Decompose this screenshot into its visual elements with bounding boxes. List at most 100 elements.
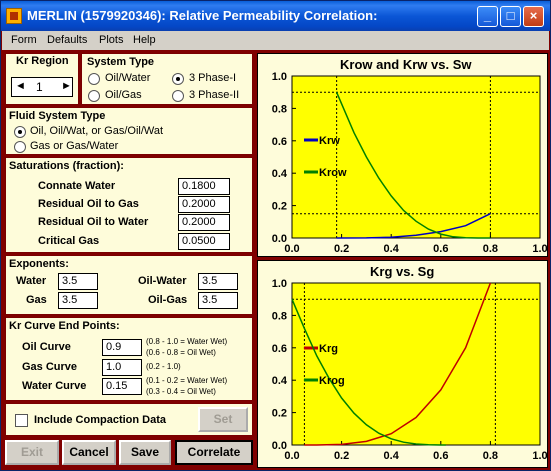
window-title: MERLIN (1579920346): Relative Permeabili… (27, 8, 378, 23)
radio-3phase-1[interactable] (172, 73, 184, 85)
radio-3phase-1-label: 3 Phase-I (189, 72, 237, 84)
radio-oil-water-label: Oil/Water (105, 72, 151, 84)
y-tick-label: 0.4 (272, 375, 288, 387)
exp-gas-input[interactable]: 3.5 (58, 292, 98, 309)
set-button[interactable]: Set (198, 407, 248, 432)
saturations-label: Saturations (fraction): (9, 160, 124, 172)
x-tick-label: 0.0 (284, 450, 299, 462)
chart-2-svg: 0.00.20.40.60.81.00.0 0.2 0.4 0.6 0.8 1.0KrgK… (272, 278, 547, 462)
fluid-system-label: Fluid System Type (9, 110, 106, 122)
exp-oilwater-input[interactable]: 3.5 (198, 273, 238, 290)
y-tick-label: 0.2 (272, 408, 287, 420)
x-tick-label: 0.8 (483, 450, 498, 462)
exponents-panel: Exponents: Water 3.5 Oil-Water 3.5 Gas 3… (5, 255, 253, 315)
menu-form[interactable]: Form (11, 34, 37, 46)
x-tick-label: 0.8 (483, 243, 498, 255)
critical-gas-input[interactable]: 0.0500 (178, 233, 230, 250)
x-tick-label: 1.0 (532, 450, 547, 462)
cancel-button[interactable]: Cancel (62, 440, 116, 465)
exp-oilwater-label: Oil-Water (138, 275, 187, 287)
legend-label-krg: Krg (319, 343, 338, 355)
radio-3phase-2[interactable] (172, 90, 184, 102)
y-tick-label: 0.6 (272, 136, 287, 148)
chart-1-svg: 0.00.20.40.60.81.00.0 0.2 0.4 0.6 0.8 1.0KrwK… (272, 71, 547, 255)
x-tick-label: 0.4 (384, 243, 400, 255)
radio-fluid-oil-label: Oil, Oil/Wat, or Gas/Oil/Wat (30, 125, 164, 137)
spinner-left-icon[interactable]: ◄ (15, 80, 26, 92)
menu-defaults[interactable]: Defaults (47, 34, 87, 46)
exp-water-label: Water (16, 275, 47, 287)
y-tick-label: 0.4 (272, 168, 288, 180)
legend-label-krow: Krow (319, 167, 347, 179)
exp-oilgas-label: Oil-Gas (148, 294, 188, 306)
endpoints-label: Kr Curve End Points: (9, 320, 120, 332)
maximize-button[interactable]: □ (500, 6, 521, 27)
legend-label-krw: Krw (319, 135, 340, 147)
radio-fluid-gas-label: Gas or Gas/Water (30, 140, 119, 152)
x-tick-label: 0.0 (284, 243, 299, 255)
radio-fluid-gas[interactable] (14, 141, 26, 153)
kr-region-panel: Kr Region ◄ 1 ► (5, 53, 79, 105)
legend-label-krog: Krog (319, 375, 345, 387)
x-tick-label: 0.6 (433, 450, 448, 462)
x-tick-label: 1.0 (532, 243, 547, 255)
kr-region-spinner[interactable]: ◄ 1 ► (11, 77, 73, 97)
exit-button[interactable]: Exit (5, 440, 59, 465)
radio-oil-water[interactable] (88, 73, 100, 85)
plot-area (291, 282, 541, 446)
oil-curve-hint-1: (0.8 - 1.0 = Water Wet) (146, 337, 228, 346)
compaction-panel: Include Compaction Data Set (5, 403, 253, 436)
gas-curve-hint: (0.2 - 1.0) (146, 362, 181, 371)
main-window: MERLIN (1579920346): Relative Permeabili… (0, 0, 551, 471)
radio-oil-gas[interactable] (88, 90, 100, 102)
residual-oil-gas-label: Residual Oil to Gas (38, 198, 139, 210)
exp-oilgas-input[interactable]: 3.5 (198, 292, 238, 309)
water-curve-hint-2: (0.3 - 0.4 = Oil Wet) (146, 387, 216, 396)
x-tick-label: 0.6 (433, 243, 448, 255)
spinner-right-icon[interactable]: ► (61, 80, 72, 92)
exponents-label: Exponents: (9, 258, 69, 270)
app-icon (6, 8, 22, 24)
x-tick-label: 0.4 (384, 450, 400, 462)
exp-water-input[interactable]: 3.5 (58, 273, 98, 290)
y-tick-label: 0.2 (272, 201, 287, 213)
saturations-panel: Saturations (fraction): Connate Water 0.… (5, 157, 253, 253)
y-tick-label: 1.0 (272, 71, 287, 83)
compaction-checkbox[interactable] (15, 414, 28, 427)
endpoints-panel: Kr Curve End Points: Oil Curve 0.9 (0.8 … (5, 317, 253, 401)
system-type-label: System Type (87, 56, 155, 68)
critical-gas-label: Critical Gas (38, 235, 100, 247)
kr-region-label: Kr Region (16, 55, 69, 67)
y-tick-label: 0.6 (272, 343, 287, 355)
minimize-button[interactable]: _ (477, 6, 498, 27)
y-tick-label: 0.8 (272, 103, 287, 115)
correlate-button[interactable]: Correlate (175, 440, 253, 465)
fluid-system-panel: Fluid System Type Oil, Oil/Wat, or Gas/O… (5, 107, 253, 155)
menu-help[interactable]: Help (133, 34, 156, 46)
oil-curve-hint-2: (0.6 - 0.8 = Oil Wet) (146, 348, 216, 357)
radio-oil-gas-label: Oil/Gas (105, 89, 142, 101)
compaction-label: Include Compaction Data (34, 414, 167, 426)
connate-water-label: Connate Water (38, 180, 116, 192)
menu-plots[interactable]: Plots (99, 34, 123, 46)
chart-krg: Krg vs. Sg 0.0 0.2 0.4 0.6 0.8 1.0 0.0 0.2 0.4 0.… (257, 260, 548, 468)
close-button[interactable]: × (523, 6, 544, 27)
menu-bar: Form Defaults Plots Help (2, 31, 549, 50)
radio-fluid-oil[interactable] (14, 126, 26, 138)
gas-curve-input[interactable]: 1.0 (102, 359, 142, 376)
water-curve-label: Water Curve (22, 380, 87, 392)
gas-curve-label: Gas Curve (22, 361, 78, 373)
save-button[interactable]: Save (119, 440, 171, 465)
y-tick-label: 0.8 (272, 310, 287, 322)
connate-water-input[interactable]: 0.1800 (178, 178, 230, 195)
x-tick-label: 0.2 (334, 243, 349, 255)
water-curve-hint-1: (0.1 - 0.2 = Water Wet) (146, 376, 228, 385)
residual-oil-water-input[interactable]: 0.2000 (178, 214, 230, 231)
residual-oil-water-label: Residual Oil to Water (38, 216, 149, 228)
water-curve-input[interactable]: 0.15 (102, 378, 142, 395)
oil-curve-input[interactable]: 0.9 (102, 339, 142, 356)
chart-krow-krw: Krow and Krw vs. Sw 0.0 0.2 0.4 0.6 0.8 1.0 0.… (257, 53, 548, 257)
residual-oil-gas-input[interactable]: 0.2000 (178, 196, 230, 213)
x-tick-label: 0.2 (334, 450, 349, 462)
system-type-panel: System Type Oil/Water 3 Phase-I Oil/Gas … (81, 53, 253, 105)
